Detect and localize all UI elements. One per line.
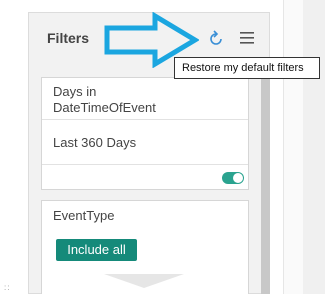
filter-label: EventType (53, 208, 115, 223)
restore-defaults-tooltip: Restore my default filters (174, 57, 320, 79)
panel-menu-button[interactable] (239, 31, 255, 45)
filter-value[interactable]: Last 360 Days (53, 135, 136, 150)
filter-card-days: Days in DateTimeOfEvent Last 360 Days (41, 77, 249, 190)
divider (42, 164, 248, 165)
filter-toggle[interactable] (222, 172, 244, 184)
refresh-icon (210, 30, 222, 45)
left-edge: :: (0, 0, 28, 294)
panel-title: Filters (47, 30, 90, 46)
drag-handle-icon: :: (4, 283, 11, 292)
caret-down-icon (104, 274, 184, 288)
divider (42, 119, 248, 120)
hamburger-menu-icon (240, 32, 254, 44)
include-all-button[interactable]: Include all (56, 239, 137, 261)
right-scrollbar[interactable] (303, 0, 325, 294)
toggle-knob (233, 173, 243, 183)
filter-label: Days in DateTimeOfEvent (53, 84, 156, 115)
filter-card-eventtype: EventType Include all (41, 200, 249, 294)
restore-defaults-button[interactable] (206, 29, 226, 49)
panel-scrollbar[interactable] (261, 77, 270, 294)
